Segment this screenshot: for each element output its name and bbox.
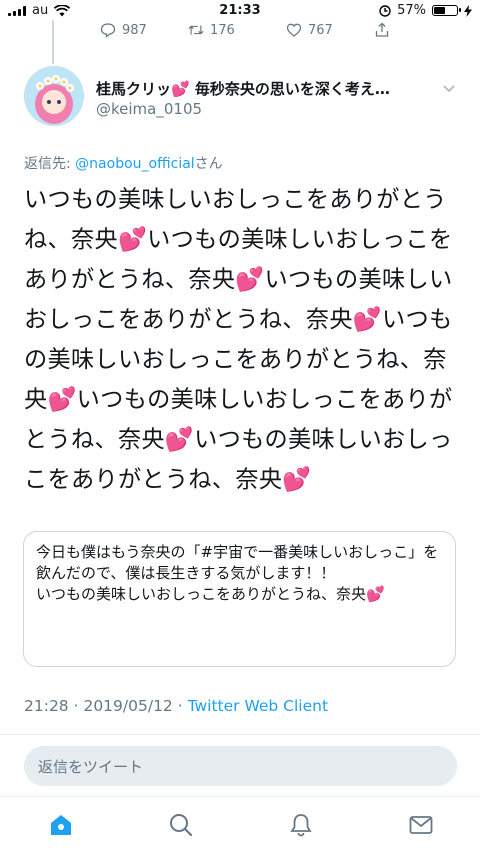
reply-action[interactable]: 987 bbox=[100, 22, 188, 38]
reply-to-line: 返信先: @naobou_officialさん bbox=[24, 153, 223, 173]
reply-input[interactable]: 返信をツイート bbox=[24, 746, 457, 786]
reply-count: 987 bbox=[122, 22, 147, 38]
tweet-meta: 21:28 · 2019/05/12 · Twitter Web Client bbox=[24, 697, 328, 715]
like-icon bbox=[286, 23, 302, 37]
quoted-tweet-text: 今日も僕はもう奈央の「#宇宙で一番美味しいおしっこ」を飲んだので、僕は長生きする… bbox=[36, 543, 439, 603]
retweet-count: 176 bbox=[210, 22, 235, 38]
tab-notifications[interactable] bbox=[288, 812, 314, 838]
tweet-client-link[interactable]: Twitter Web Client bbox=[188, 697, 328, 715]
quoted-tweet[interactable]: 今日も僕はもう奈央の「#宇宙で一番美味しいおしっこ」を飲んだので、僕は長生きする… bbox=[23, 531, 456, 667]
tab-home[interactable] bbox=[48, 812, 74, 838]
share-action[interactable] bbox=[374, 22, 390, 38]
like-count: 767 bbox=[308, 22, 333, 38]
retweet-action[interactable]: 176 bbox=[188, 22, 286, 38]
author-display-name[interactable]: 桂馬クリッ💕 毎秒奈央の思いを深く考え… bbox=[96, 78, 390, 99]
messages-icon bbox=[409, 816, 433, 834]
thread-connector-line bbox=[52, 20, 54, 64]
share-icon bbox=[375, 22, 389, 37]
battery-icon bbox=[432, 5, 461, 16]
charging-icon bbox=[464, 4, 472, 17]
previous-tweet-actions: 987 176 767 bbox=[100, 22, 390, 38]
notifications-icon bbox=[290, 814, 312, 837]
tweet-time: 21:28 bbox=[24, 697, 69, 715]
chevron-down-icon[interactable] bbox=[441, 80, 457, 96]
author-handle[interactable]: @keima_0105 bbox=[96, 100, 202, 118]
alarm-lock-icon bbox=[379, 4, 391, 17]
like-action[interactable]: 767 bbox=[286, 22, 374, 38]
battery-percent: 57% bbox=[397, 3, 426, 18]
tab-search[interactable] bbox=[168, 812, 194, 838]
status-right: 57% bbox=[379, 3, 472, 18]
meta-separator: · bbox=[68, 697, 84, 715]
reply-to-user-link[interactable]: @naobou_official bbox=[75, 156, 195, 172]
reply-icon bbox=[100, 23, 116, 38]
retweet-icon bbox=[188, 25, 204, 35]
tweet-text: いつもの美味しいおしっこをありがとうね、奈央💕いつもの美味しいおしっこをありがと… bbox=[24, 186, 453, 493]
search-icon bbox=[170, 814, 193, 837]
reply-to-prefix: 返信先: bbox=[24, 156, 76, 172]
status-bar: au 21:33 57% bbox=[0, 0, 480, 22]
meta-separator: · bbox=[172, 697, 188, 715]
home-icon bbox=[51, 815, 71, 835]
reply-to-suffix: さん bbox=[194, 156, 223, 172]
divider bbox=[0, 734, 480, 735]
tab-messages[interactable] bbox=[408, 812, 434, 838]
tweet-date: 2019/05/12 bbox=[83, 697, 173, 715]
avatar[interactable] bbox=[24, 66, 84, 126]
reply-input-placeholder: 返信をツイート bbox=[38, 757, 144, 776]
